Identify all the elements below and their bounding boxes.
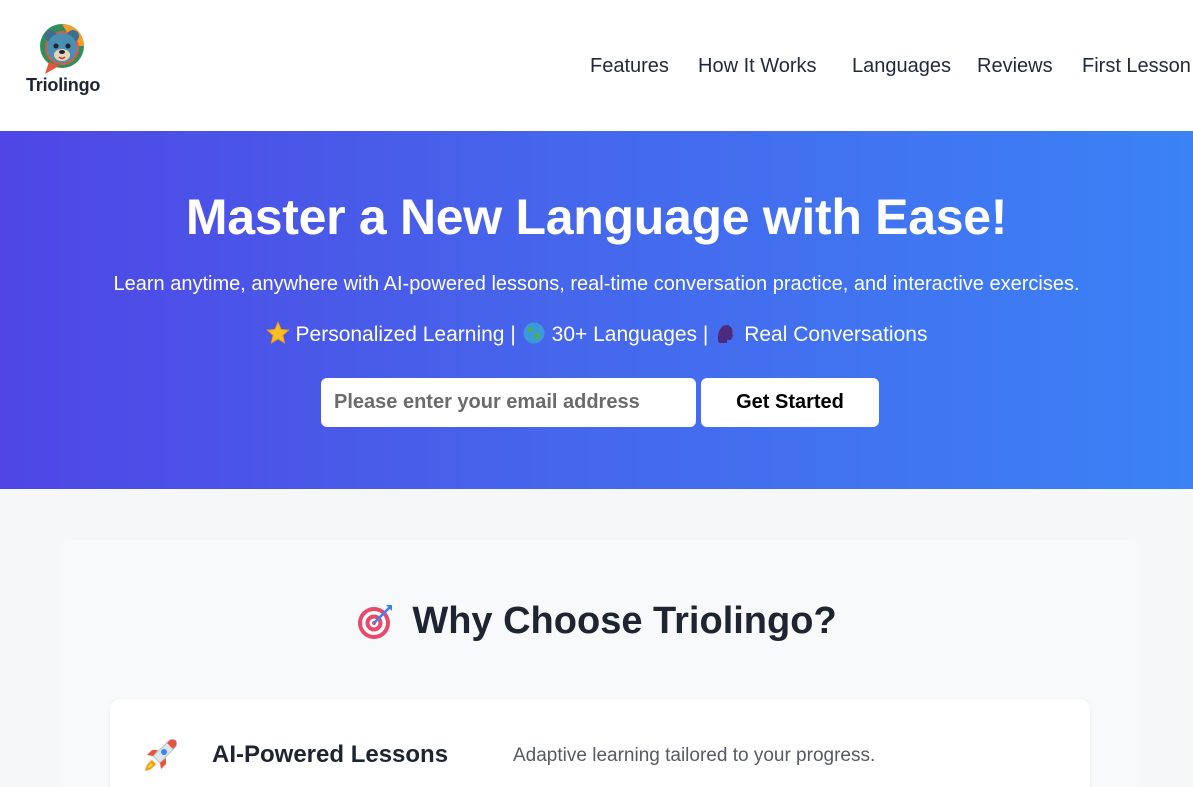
nav-link-how-it-works[interactable]: How It Works — [698, 52, 817, 80]
target-icon — [358, 605, 393, 639]
nav-link-features[interactable]: Features — [590, 52, 669, 80]
speaking-head-icon — [718, 325, 737, 343]
highlight-separator: | — [702, 323, 709, 346]
email-input[interactable] — [321, 378, 696, 427]
hero-title: Master a New Language with Ease! — [185, 189, 1008, 245]
highlight-real-conversations: Real Conversations — [744, 323, 928, 346]
feature-title: AI-Powered Lessons — [212, 741, 449, 768]
site-header: Triolingo Features How It Works Language… — [0, 0, 1193, 131]
rocket-icon — [145, 739, 177, 771]
main-nav: Features How It Works Languages Reviews … — [0, 52, 1193, 80]
get-started-button[interactable]: Get Started — [701, 378, 879, 427]
feature-description: Adaptive learning tailored to your progr… — [513, 745, 876, 766]
hero-highlights: Personalized Learning | 30+ Languages | … — [0, 321, 1193, 349]
nav-link-languages[interactable]: Languages — [852, 52, 951, 80]
highlight-personalized-learning: Personalized Learning — [295, 323, 505, 346]
nav-link-reviews[interactable]: Reviews — [977, 52, 1053, 80]
highlight-separator: | — [510, 323, 516, 346]
star-icon — [265, 321, 290, 344]
hero-subtitle: Learn anytime, anywhere with AI-powered … — [113, 273, 1080, 295]
feature-card: AI-Powered Lessons Adaptive learning tai… — [110, 699, 1090, 787]
globe-icon — [523, 322, 545, 344]
features-heading-text: Why Choose Triolingo? — [412, 600, 837, 642]
nav-link-first-lesson[interactable]: First Lesson — [1082, 52, 1191, 80]
features-heading: Why Choose Triolingo? — [0, 598, 1193, 644]
highlight-languages: 30+ Languages — [551, 323, 698, 346]
hero-section: Master a New Language with Ease! Learn a… — [0, 131, 1193, 489]
